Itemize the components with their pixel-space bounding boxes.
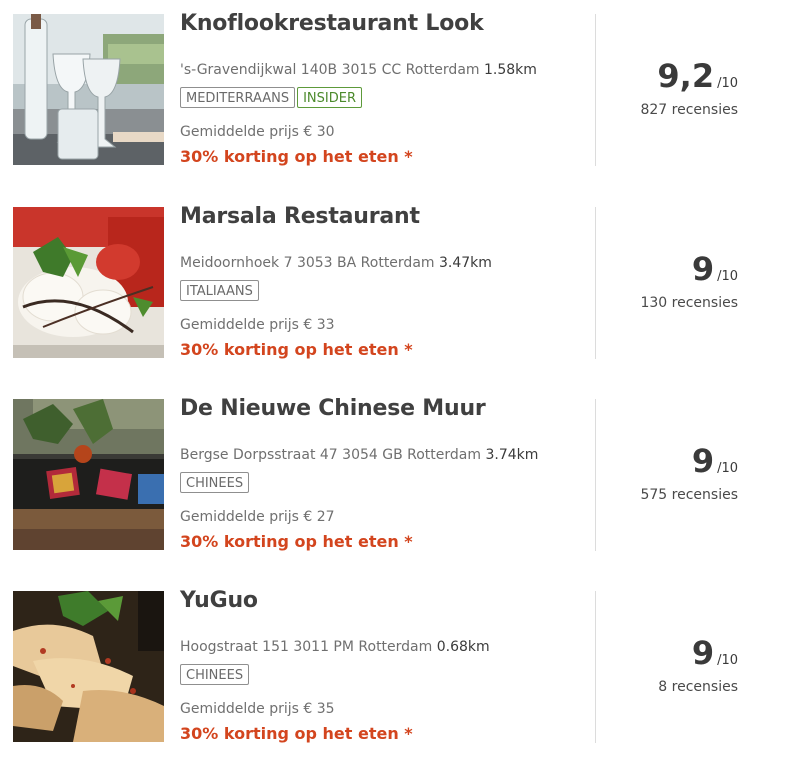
distance: 0.68km (436, 639, 490, 655)
restaurant-name[interactable]: Marsala Restaurant (180, 204, 420, 229)
address-text: Hoogstraat 151 3011 PM Rotterdam (180, 639, 433, 655)
restaurant-address: Hoogstraat 151 3011 PM Rotterdam 0.68km (180, 639, 490, 655)
review-count[interactable]: 8 recensies (600, 679, 738, 695)
average-price: Gemiddelde prijs € 30 (180, 124, 335, 140)
distance: 3.74km (485, 447, 539, 463)
restaurant-name[interactable]: De Nieuwe Chinese Muur (180, 396, 486, 421)
restaurant-name[interactable]: YuGuo (180, 588, 258, 613)
distance: 3.47km (438, 255, 492, 271)
restaurant-address: Meidoornhoek 7 3053 BA Rotterdam 3.47km (180, 255, 492, 271)
restaurant-card[interactable]: YuGuo Hoogstraat 151 3011 PM Rotterdam 0… (0, 588, 800, 751)
divider (595, 14, 596, 166)
insider-badge: INSIDER (297, 87, 362, 108)
cuisine-tags: MEDITERRAANS INSIDER (180, 87, 364, 108)
restaurant-card[interactable]: De Nieuwe Chinese Muur Bergse Dorpsstraa… (0, 396, 800, 559)
restaurant-photo[interactable] (13, 591, 164, 742)
rating-block: 9,2/10 827 recensies (600, 58, 738, 118)
address-text: Bergse Dorpsstraat 47 3054 GB Rotterdam (180, 447, 482, 463)
cuisine-tag: CHINEES (180, 472, 250, 493)
rating-block: 9/10 130 recensies (600, 251, 738, 311)
address-text: Meidoornhoek 7 3053 BA Rotterdam (180, 255, 435, 271)
rating-score: 9 (691, 442, 715, 480)
cuisine-tags: CHINEES (180, 664, 251, 685)
divider (595, 207, 596, 359)
rating-score: 9 (691, 634, 715, 672)
address-text: 's-Gravendijkwal 140B 3015 CC Rotterdam (180, 62, 480, 78)
restaurant-photo[interactable] (13, 399, 164, 550)
restaurant-name[interactable]: Knoflookrestaurant Look (180, 11, 484, 36)
restaurant-address: 's-Gravendijkwal 140B 3015 CC Rotterdam … (180, 62, 537, 78)
discount-offer: 30% korting op het eten * (180, 340, 413, 359)
divider (595, 591, 596, 743)
review-count[interactable]: 575 recensies (600, 487, 738, 503)
cuisine-tags: ITALIAANS (180, 280, 261, 301)
divider (595, 399, 596, 551)
average-price: Gemiddelde prijs € 27 (180, 509, 335, 525)
distance: 1.58km (483, 62, 537, 78)
cuisine-tag: MEDITERRAANS (180, 87, 296, 108)
restaurant-card[interactable]: Knoflookrestaurant Look 's-Gravendijkwal… (0, 11, 800, 174)
rating-max: /10 (717, 461, 738, 476)
discount-offer: 30% korting op het eten * (180, 147, 413, 166)
cuisine-tag: CHINEES (180, 664, 250, 685)
average-price: Gemiddelde prijs € 33 (180, 317, 335, 333)
cuisine-tags: CHINEES (180, 472, 251, 493)
average-price: Gemiddelde prijs € 35 (180, 701, 335, 717)
discount-offer: 30% korting op het eten * (180, 724, 413, 743)
rating-max: /10 (717, 269, 738, 284)
rating-max: /10 (717, 76, 738, 91)
restaurant-card[interactable]: Marsala Restaurant Meidoornhoek 7 3053 B… (0, 204, 800, 367)
rating-block: 9/10 8 recensies (600, 635, 738, 695)
rating-score: 9 (691, 250, 715, 288)
review-count[interactable]: 130 recensies (600, 295, 738, 311)
rating-max: /10 (717, 653, 738, 668)
restaurant-photo[interactable] (13, 207, 164, 358)
restaurant-photo[interactable] (13, 14, 164, 165)
discount-offer: 30% korting op het eten * (180, 532, 413, 551)
review-count[interactable]: 827 recensies (600, 102, 738, 118)
restaurant-address: Bergse Dorpsstraat 47 3054 GB Rotterdam … (180, 447, 538, 463)
rating-score: 9,2 (657, 57, 715, 95)
cuisine-tag: ITALIAANS (180, 280, 259, 301)
rating-block: 9/10 575 recensies (600, 443, 738, 503)
